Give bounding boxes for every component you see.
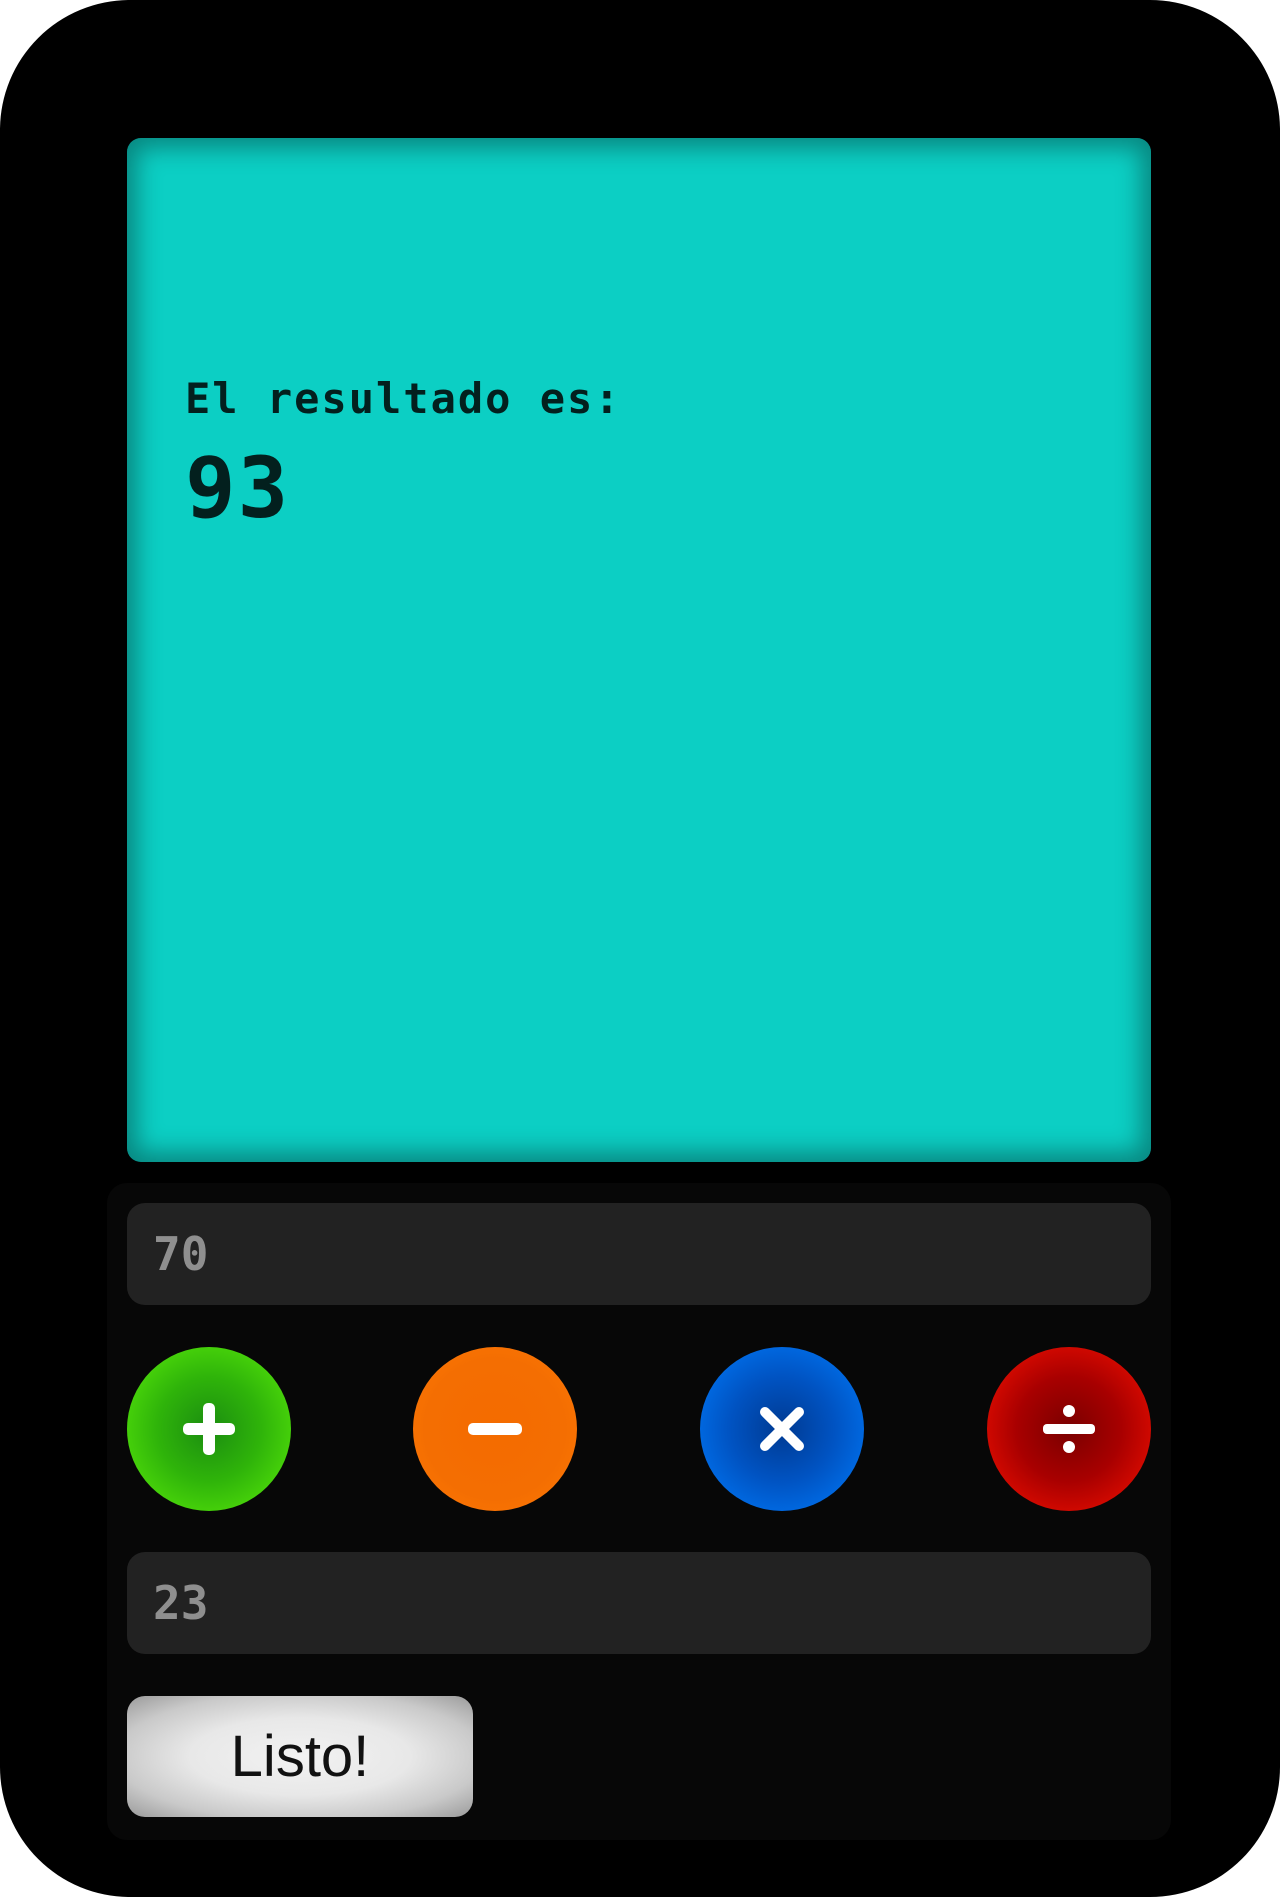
divide-icon <box>1043 1405 1095 1453</box>
subtract-button[interactable] <box>413 1347 577 1511</box>
submit-button[interactable]: Listo! <box>127 1696 473 1817</box>
plus-icon <box>183 1403 235 1455</box>
add-button[interactable] <box>127 1347 291 1511</box>
first-number-input[interactable] <box>127 1203 1151 1305</box>
controls-panel: Listo! <box>107 1183 1171 1840</box>
result-screen: El resultado es: 93 <box>127 138 1151 1162</box>
minus-icon <box>468 1423 522 1435</box>
second-number-input[interactable] <box>127 1552 1151 1654</box>
times-icon <box>760 1407 804 1451</box>
result-value: 93 <box>185 439 291 537</box>
calculator-device: El resultado es: 93 70 23 Listo! <box>0 0 1280 1897</box>
divide-button[interactable] <box>987 1347 1151 1511</box>
multiply-button[interactable] <box>700 1347 864 1511</box>
result-label: El resultado es: <box>185 374 622 423</box>
